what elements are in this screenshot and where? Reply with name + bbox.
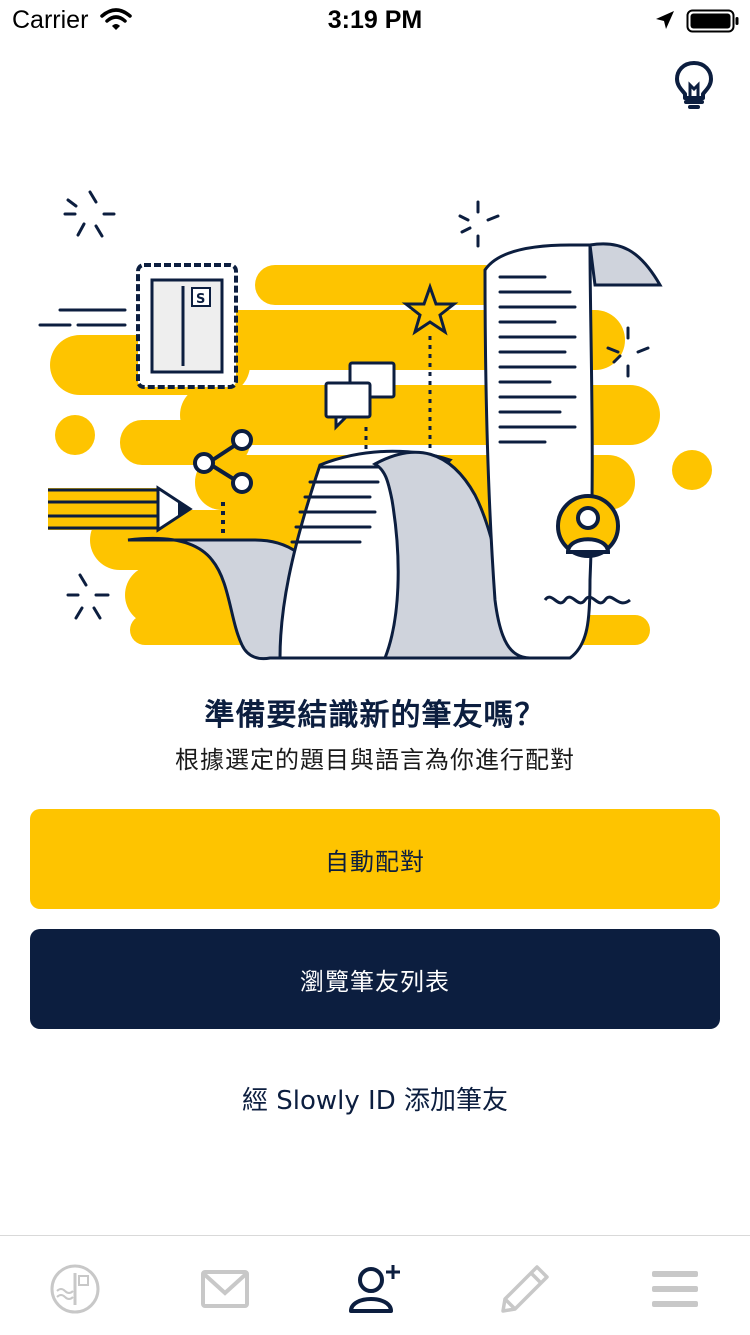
matching-illustration: S [38, 190, 712, 661]
status-bar: Carrier 3:19 PM [0, 0, 750, 40]
auto-match-label: 自動配對 [325, 847, 425, 876]
battery-icon [686, 9, 739, 33]
location-arrow-icon [656, 11, 674, 29]
avatar-illustration [556, 494, 620, 558]
tab-bar [0, 1235, 750, 1335]
lightbulb-icon[interactable] [672, 60, 716, 110]
tab-find-penpal[interactable] [340, 1254, 410, 1324]
svg-text:S: S [196, 292, 205, 307]
menu-icon [652, 1271, 698, 1307]
stamp-illustration: S [136, 263, 238, 389]
tab-stamps[interactable] [40, 1254, 110, 1324]
tab-mail[interactable] [190, 1254, 260, 1324]
add-by-slowly-id-link[interactable]: 經 Slowly ID 添加筆友 [0, 1080, 750, 1117]
add-friend-icon [349, 1265, 400, 1313]
status-time: 3:19 PM [327, 6, 423, 34]
pencil-illustration [48, 485, 193, 533]
pencil-icon [501, 1265, 549, 1313]
browse-penpals-button[interactable]: 瀏覽筆友列表 [30, 929, 720, 1029]
mail-icon [201, 1270, 249, 1308]
auto-match-button[interactable]: 自動配對 [30, 809, 720, 909]
tab-menu[interactable] [640, 1254, 710, 1324]
page-subtitle: 根據選定的題目與語言為你進行配對 [175, 746, 575, 774]
stamp-icon [50, 1264, 100, 1314]
browse-penpals-label: 瀏覽筆友列表 [300, 967, 450, 996]
page-title: 準備要結識新的筆友嗎？ [204, 698, 546, 733]
tab-write[interactable] [490, 1254, 560, 1324]
motion-lines [38, 308, 127, 327]
